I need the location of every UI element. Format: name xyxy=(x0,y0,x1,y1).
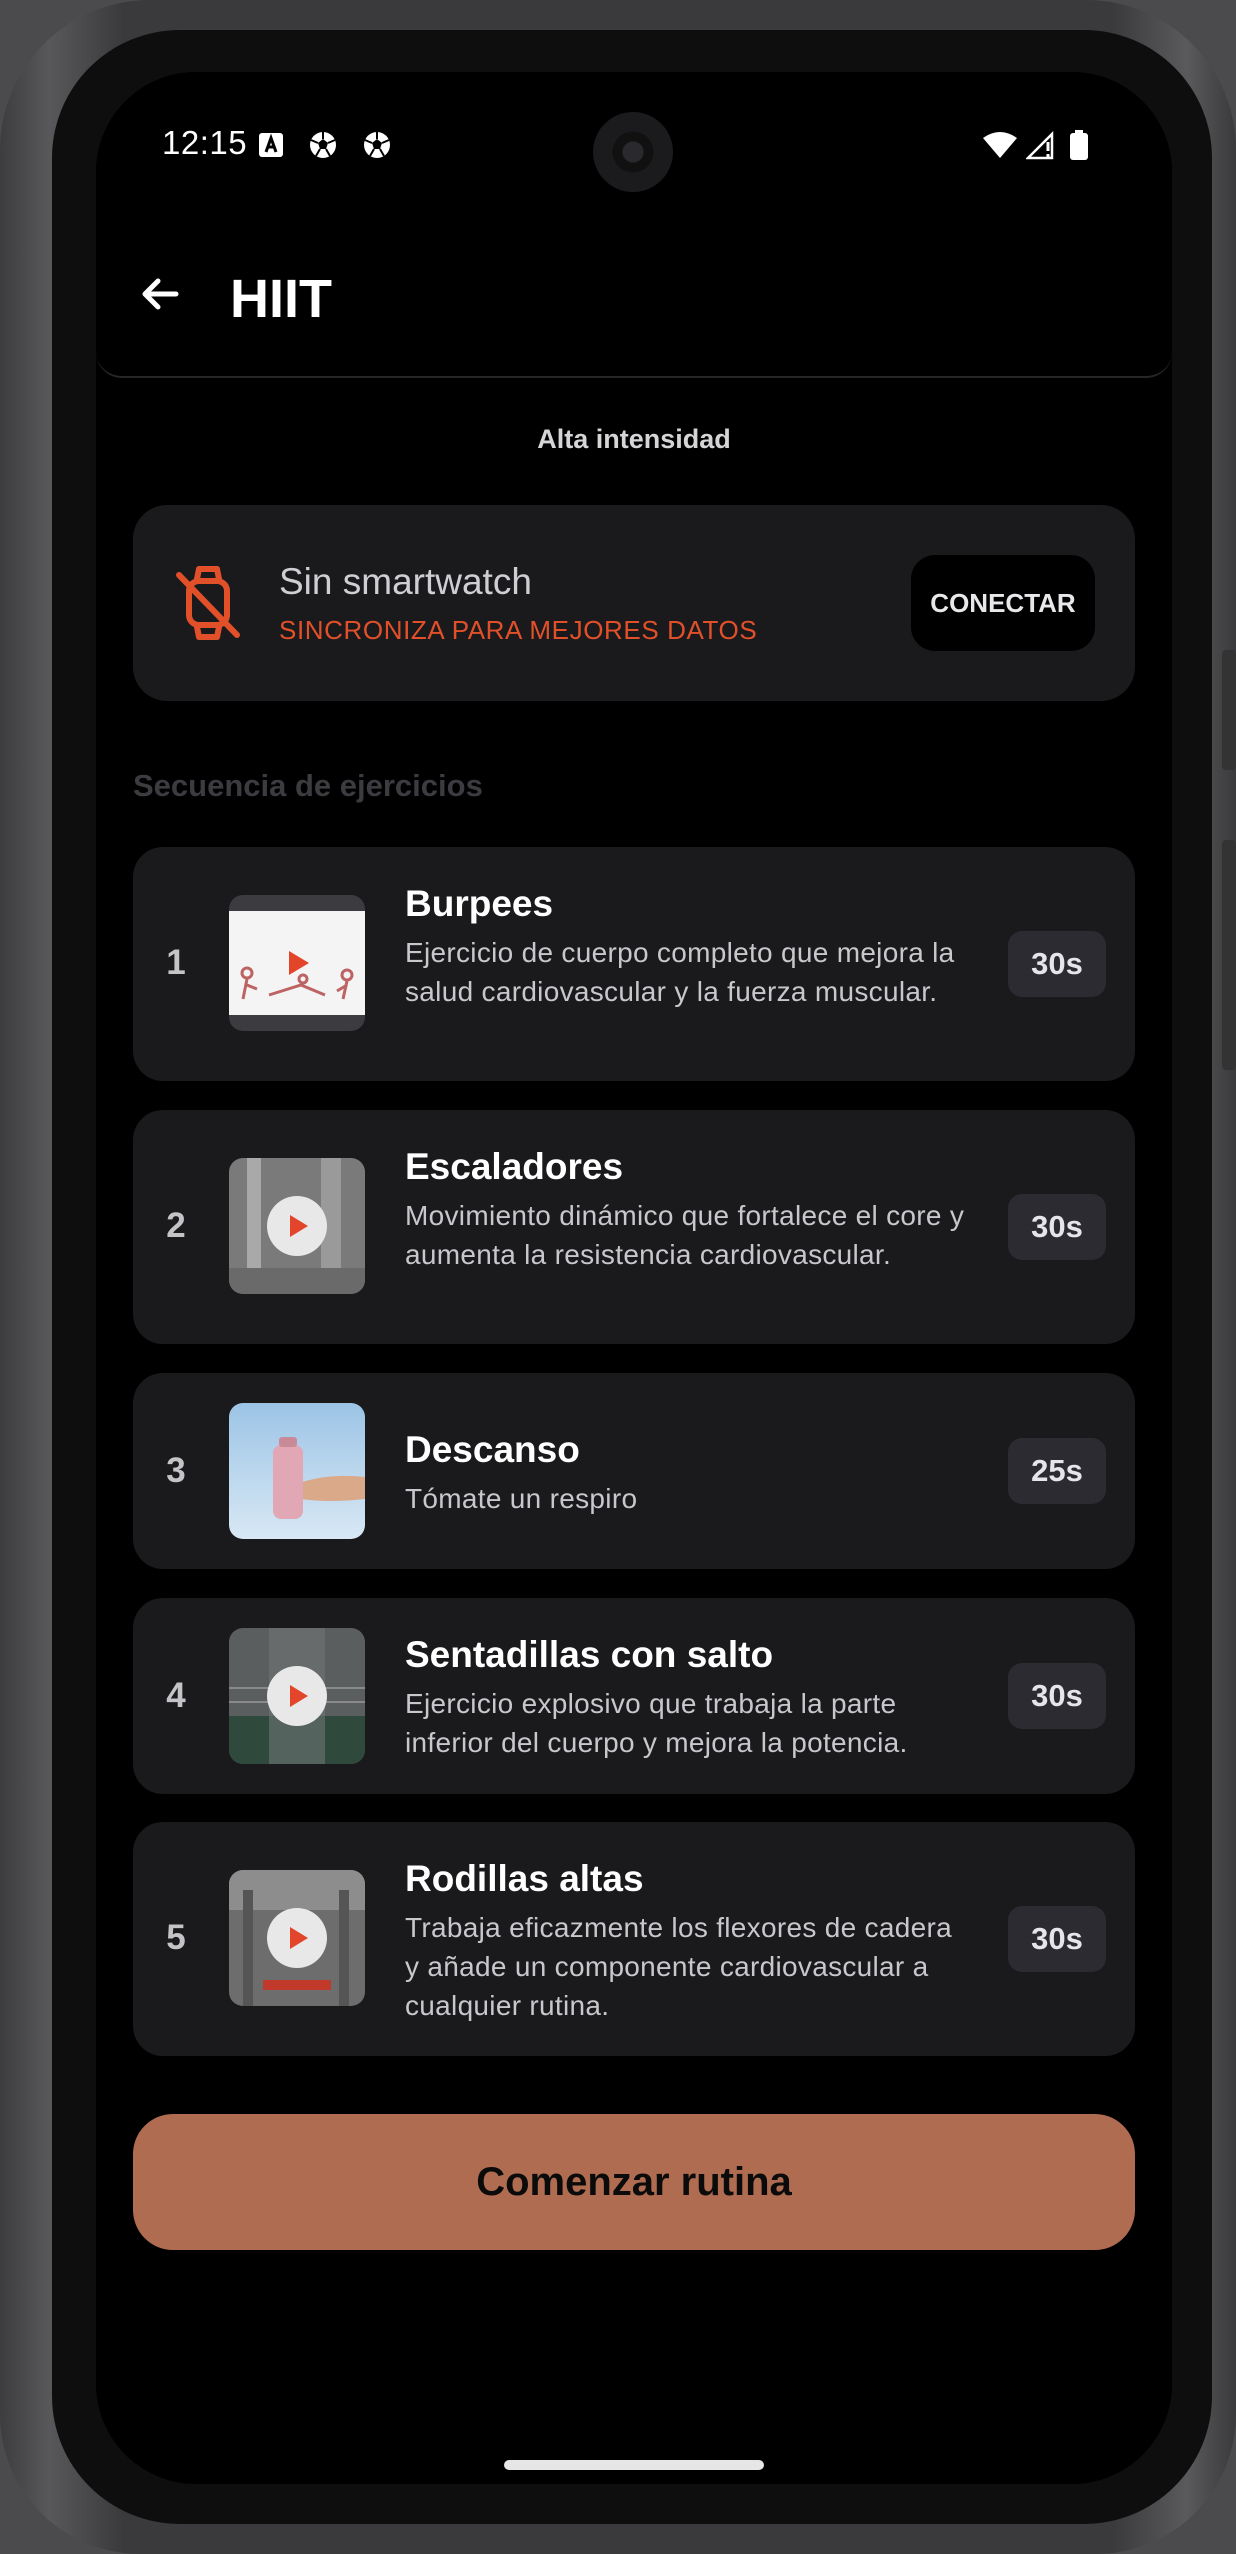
exercise-description: Tómate un respiro xyxy=(405,1483,638,1514)
phone-frame: 12:15 HIIT Alta intensidad Sin smartwatc… xyxy=(0,0,1236,2554)
arrow-left-icon[interactable] xyxy=(136,270,184,318)
exercise-name: Escaladores xyxy=(405,1146,624,1187)
home-indicator[interactable] xyxy=(504,2460,764,2470)
play-icon[interactable] xyxy=(277,1676,317,1716)
smartwatch-card: Sin smartwatch SINCRONIZA PARA MEJORES D… xyxy=(133,505,1135,701)
smartwatch-subtitle: SINCRONIZA PARA MEJORES DATOS xyxy=(279,615,758,645)
exercise-thumbnail xyxy=(229,1403,365,1539)
exercise-description: Trabaja eficazmente los flexores de cade… xyxy=(405,1912,952,2021)
exercise-card-burpees[interactable]: 1 Burpees Ejercicio de cuerpo completo q… xyxy=(133,847,1135,1081)
exercise-card-descanso[interactable]: 3 Descanso Tómate un respiro 25s xyxy=(133,1373,1135,1569)
exercise-name: Descanso xyxy=(405,1429,580,1470)
exercise-thumbnail xyxy=(229,1628,365,1764)
soccer-ball-icon xyxy=(310,132,336,158)
exercise-number: 5 xyxy=(166,1918,186,1957)
exercise-description: Movimiento dinámico que fortalece el cor… xyxy=(405,1200,965,1270)
start-routine-button[interactable]: Comenzar rutina xyxy=(133,2114,1135,2250)
status-bar: 12:15 xyxy=(96,72,1172,222)
section-title: Secuencia de ejercicios xyxy=(133,768,483,803)
exercise-number: 3 xyxy=(166,1451,186,1490)
front-camera xyxy=(593,112,673,192)
exercise-number: 4 xyxy=(166,1676,186,1715)
power-button xyxy=(1222,650,1236,770)
status-time: 12:15 xyxy=(162,124,248,161)
battery-icon xyxy=(1070,130,1088,160)
duration-badge: 30s xyxy=(1008,1194,1106,1260)
smartwatch-title: Sin smartwatch xyxy=(279,561,532,602)
connect-button[interactable]: CONECTAR xyxy=(911,555,1095,651)
exercise-name: Sentadillas con salto xyxy=(405,1634,774,1675)
app-bar: 12:15 HIIT xyxy=(96,72,1172,378)
exercise-number: 1 xyxy=(166,943,186,982)
exercise-card-sentadillas-con-salto[interactable]: 4 Sentadillas con salto Ejercicio explos… xyxy=(133,1598,1135,1794)
exercise-thumbnail xyxy=(229,1870,365,2006)
exercise-card-escaladores[interactable]: 2 Escaladores Movimiento dinámico que fo… xyxy=(133,1110,1135,1344)
duration-badge: 30s xyxy=(1008,1663,1106,1729)
play-icon[interactable] xyxy=(277,943,317,983)
signal-icon xyxy=(1026,130,1054,160)
wifi-icon xyxy=(983,132,1017,158)
duration-badge: 30s xyxy=(1008,1906,1106,1972)
exercise-description: Ejercicio de cuerpo completo que mejora … xyxy=(405,937,955,1007)
exercise-name: Rodillas altas xyxy=(405,1858,644,1899)
page-subtitle: Alta intensidad xyxy=(537,424,731,454)
exercise-card-rodillas-altas[interactable]: 5 Rodillas altas Trabaja eficazmente los… xyxy=(133,1822,1135,2056)
exercise-number: 2 xyxy=(166,1206,186,1245)
watch-off-icon xyxy=(176,566,240,640)
screen: 12:15 HIIT Alta intensidad Sin smartwatc… xyxy=(96,72,1172,2484)
exercise-thumbnail xyxy=(229,895,365,1031)
soccer-ball-icon xyxy=(364,132,390,158)
exercise-thumbnail xyxy=(229,1158,365,1294)
play-icon[interactable] xyxy=(277,1206,317,1246)
page-title: HIIT xyxy=(230,269,332,329)
volume-button xyxy=(1222,840,1236,1070)
exercise-description: Ejercicio explosivo que trabaja la parte… xyxy=(405,1688,908,1758)
exercise-name: Burpees xyxy=(405,883,554,924)
play-icon[interactable] xyxy=(277,1918,317,1958)
a-box-icon xyxy=(259,133,283,157)
duration-badge: 25s xyxy=(1008,1438,1106,1504)
duration-badge: 30s xyxy=(1008,931,1106,997)
